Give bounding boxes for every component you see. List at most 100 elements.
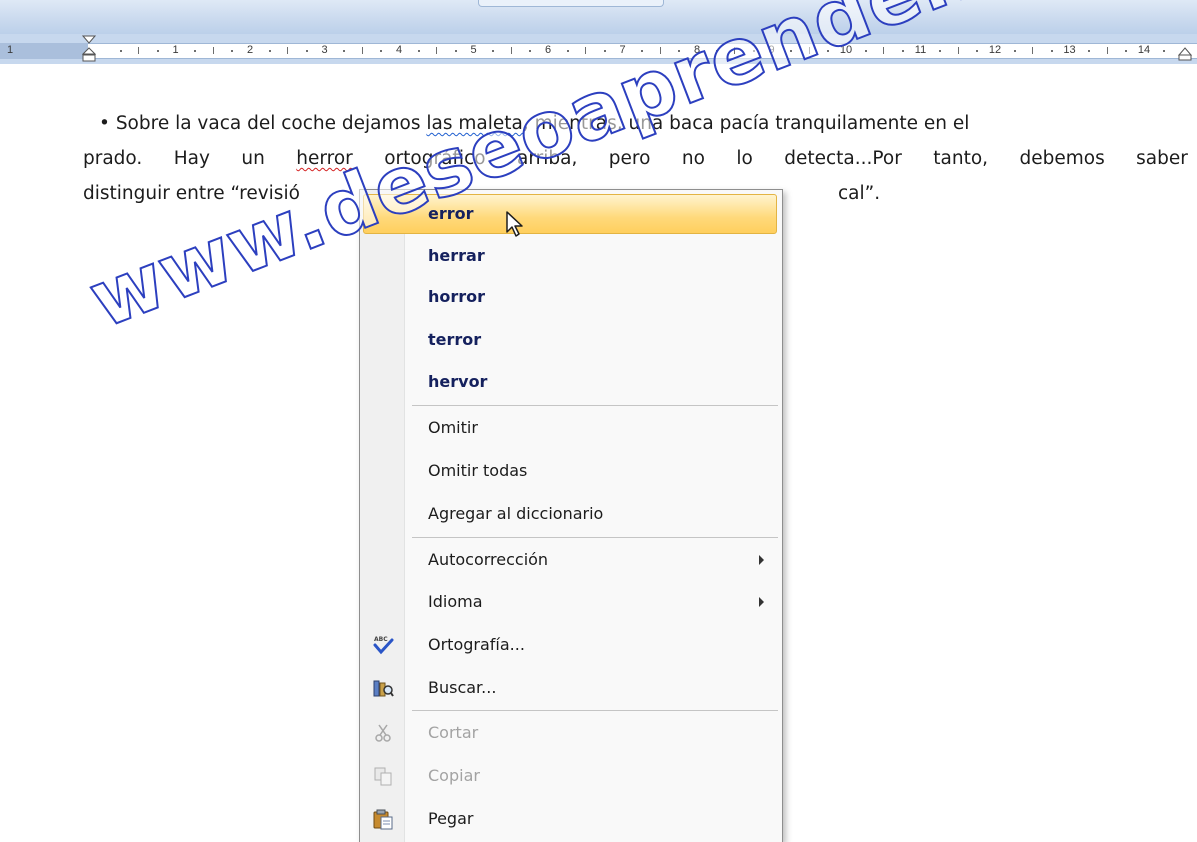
word: ortográfico bbox=[384, 148, 486, 169]
text-segment: Sobre la vaca del coche dejamos bbox=[115, 113, 427, 134]
ruler-margin-area bbox=[0, 43, 88, 59]
menu-item-label: Copiar bbox=[428, 766, 480, 785]
ruler-dot bbox=[1088, 50, 1091, 52]
suggestion-item[interactable]: horror bbox=[360, 277, 782, 317]
document-line-2: prado. Hay un herror ortográfico arriba,… bbox=[83, 141, 1188, 176]
menu-item-agregar-diccionario[interactable]: Agregar al diccionario bbox=[360, 494, 782, 534]
research-books-icon bbox=[373, 680, 394, 697]
svg-text:ABC: ABC bbox=[374, 636, 388, 643]
ruler-dot bbox=[976, 50, 979, 52]
suggestion-label: horror bbox=[428, 287, 486, 306]
text-segment: , mientras, una baca pacía tranquilament… bbox=[522, 113, 970, 134]
ruler-dot bbox=[678, 50, 681, 52]
ruler-tick bbox=[1032, 47, 1034, 54]
ruler-number: 1 bbox=[6, 44, 14, 56]
ruler-dot bbox=[715, 50, 718, 52]
ruler-number: 7 bbox=[619, 44, 626, 56]
ruler-number: 9 bbox=[768, 44, 775, 56]
ruler-tick bbox=[361, 47, 363, 54]
submenu-arrow-icon bbox=[759, 555, 764, 565]
ruler-dot bbox=[864, 50, 867, 52]
ruler-tick bbox=[808, 47, 810, 54]
ruler-tick bbox=[510, 47, 512, 54]
ruler-number: 2 bbox=[246, 44, 254, 56]
ruler-dot bbox=[939, 50, 942, 52]
ruler-dot bbox=[305, 50, 308, 52]
menu-item-label: Agregar al diccionario bbox=[428, 504, 604, 523]
ruler-dot bbox=[454, 50, 457, 52]
ruler-dot bbox=[1162, 50, 1165, 52]
menu-item-ortografia[interactable]: ABC Ortografía... bbox=[360, 625, 782, 665]
word: Hay bbox=[173, 148, 210, 169]
menu-item-label: Autocorrección bbox=[428, 550, 549, 569]
ruler-dot bbox=[790, 50, 793, 52]
ruler-number: 14 bbox=[1137, 44, 1151, 56]
suggestion-item[interactable]: hervor bbox=[360, 362, 782, 402]
ruler-number: 12 bbox=[988, 44, 1002, 56]
mouse-pointer-icon bbox=[506, 211, 523, 237]
spelling-check-icon: ABC bbox=[373, 636, 394, 655]
word: pero bbox=[608, 148, 651, 169]
ruler-dot bbox=[827, 50, 830, 52]
word: saber bbox=[1136, 148, 1188, 169]
menu-item-cortar: Cortar bbox=[360, 713, 782, 753]
text-segment: cal”. bbox=[838, 183, 881, 204]
horizontal-ruler[interactable]: 1 1 2 3 4 5 6 7 8 9 10 11 12 13 14 bbox=[0, 34, 1197, 64]
menu-item-omitir[interactable]: Omitir bbox=[360, 408, 782, 448]
ruler-dot bbox=[417, 50, 420, 52]
word: tanto, bbox=[933, 148, 989, 169]
ruler-tick bbox=[957, 47, 959, 54]
menu-separator bbox=[412, 537, 778, 538]
ruler-number: 5 bbox=[470, 44, 477, 56]
ruler-number: 10 bbox=[839, 44, 853, 56]
suggestion-label: error bbox=[428, 204, 474, 223]
ruler-dot bbox=[641, 50, 644, 52]
ruler-dot bbox=[1013, 50, 1016, 52]
ruler-dot bbox=[1050, 50, 1053, 52]
menu-item-label: Idioma bbox=[428, 592, 483, 611]
ruler-dot bbox=[566, 50, 569, 52]
ruler-track bbox=[0, 43, 1197, 59]
ruler-dot bbox=[529, 50, 532, 52]
ruler-dot bbox=[380, 50, 383, 52]
word: detecta...Por bbox=[784, 148, 902, 169]
misspelled-word[interactable]: herror bbox=[296, 141, 353, 176]
ruler-tick bbox=[734, 47, 736, 54]
ruler-tick bbox=[585, 47, 587, 54]
word: un bbox=[241, 148, 265, 169]
ruler-dot bbox=[1125, 50, 1128, 52]
grammar-error-text[interactable]: las maleta bbox=[426, 113, 522, 134]
submenu-arrow-icon bbox=[759, 597, 764, 607]
right-indent-marker-icon[interactable] bbox=[1178, 46, 1192, 62]
word: prado. bbox=[83, 148, 143, 169]
ribbon-bottom-edge bbox=[0, 0, 1197, 35]
ruler-tick bbox=[287, 47, 289, 54]
spelling-context-menu[interactable]: error herrar horror terror hervor Omitir… bbox=[359, 189, 783, 842]
ruler-dot bbox=[492, 50, 495, 52]
menu-item-omitir-todas[interactable]: Omitir todas bbox=[360, 451, 782, 491]
ruler-dot bbox=[194, 50, 197, 52]
menu-item-autocorreccion[interactable]: Autocorrección bbox=[360, 540, 782, 580]
ruler-tick bbox=[212, 47, 214, 54]
suggestion-item[interactable]: error bbox=[363, 194, 777, 234]
text-segment: distinguir entre “revisió bbox=[83, 183, 300, 204]
suggestion-label: herrar bbox=[428, 246, 485, 265]
ruler-dot bbox=[752, 50, 755, 52]
suggestion-item[interactable]: terror bbox=[360, 320, 782, 360]
ruler-dot bbox=[119, 50, 122, 52]
menu-item-label: Buscar... bbox=[428, 678, 497, 697]
ruler-dot bbox=[231, 50, 234, 52]
ruler-number: 13 bbox=[1063, 44, 1076, 56]
ruler-number: 1 bbox=[172, 44, 179, 56]
menu-item-buscar[interactable]: Buscar... bbox=[360, 668, 782, 708]
menu-item-label: Pegar bbox=[428, 809, 474, 828]
menu-item-pegar[interactable]: Pegar bbox=[360, 799, 782, 839]
suggestion-item[interactable]: herrar bbox=[360, 236, 782, 276]
ruler-number: 3 bbox=[321, 44, 328, 56]
menu-item-label: Cortar bbox=[428, 723, 479, 742]
ruler-dot bbox=[268, 50, 271, 52]
indent-marker-icon[interactable] bbox=[82, 34, 96, 64]
ruler-tick bbox=[1106, 47, 1108, 54]
word: arriba, bbox=[517, 148, 578, 169]
menu-item-idioma[interactable]: Idioma bbox=[360, 582, 782, 622]
